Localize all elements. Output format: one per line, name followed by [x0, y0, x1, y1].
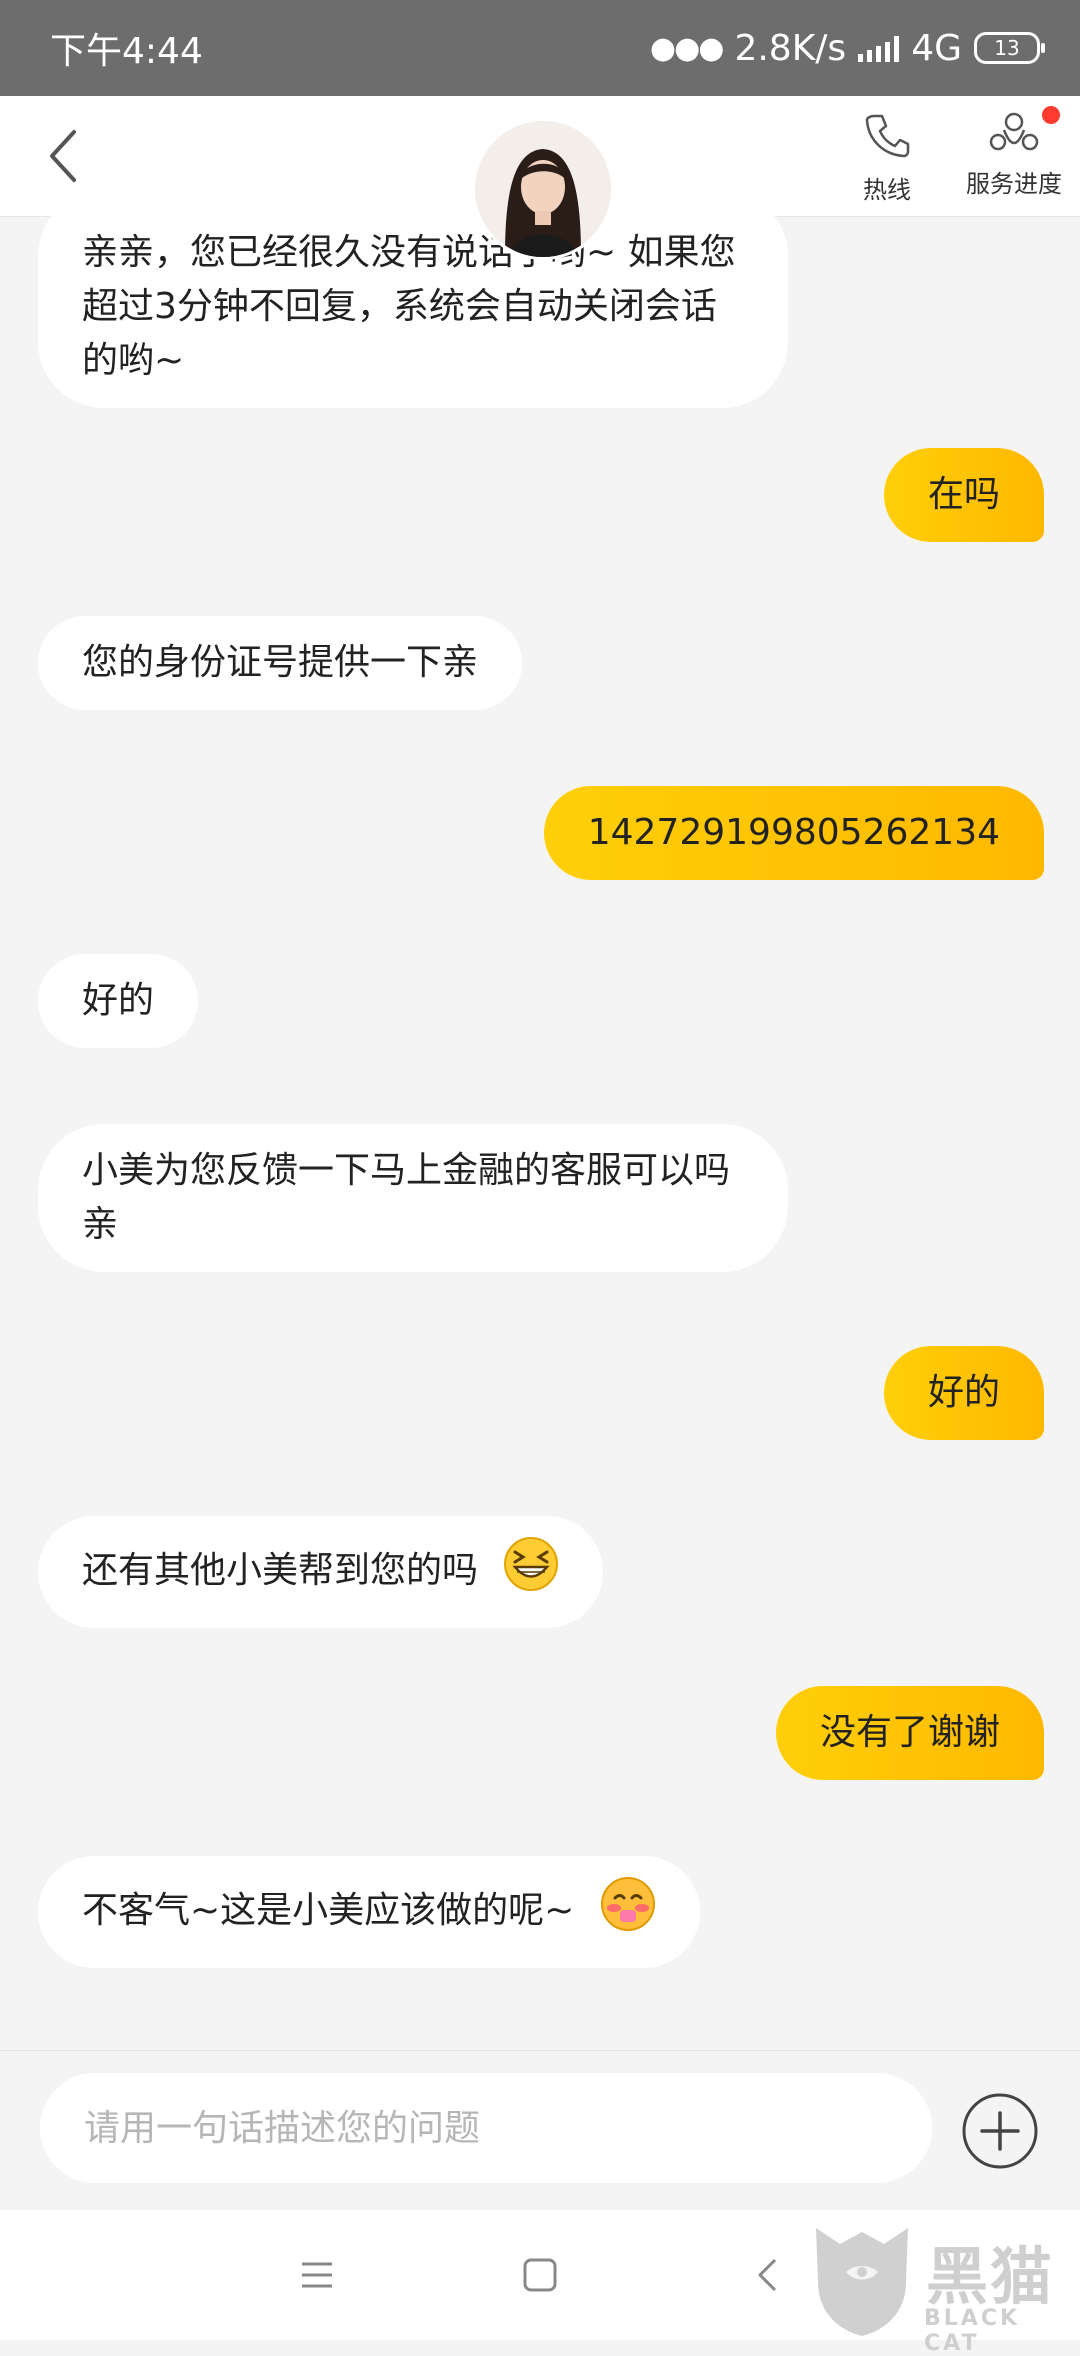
back-button[interactable] [28, 118, 98, 194]
message-text: 不客气~这是小美应该做的呢~ [82, 1890, 575, 1931]
message-text: 142729199805262134 [587, 812, 1000, 853]
phone-icon [865, 114, 910, 158]
battery-icon: 13 [974, 32, 1045, 64]
watermark-brand-en: BLACK CAT [924, 2306, 1021, 2356]
message-list[interactable]: 亲亲，您已经很久没有说话了哟~ 如果您超过3分钟不回复，系统会自动关闭会话的哟~… [0, 216, 1080, 2050]
battery-level: 13 [994, 36, 1020, 60]
agent-message: 不客气~这是小美应该做的呢~ [38, 1856, 700, 1968]
menu-nav-button[interactable] [292, 2250, 342, 2300]
message-text: 好的 [82, 980, 155, 1021]
back-nav-button[interactable] [742, 2250, 792, 2300]
blushing-emoji [600, 1876, 656, 1948]
status-time: 下午4:44 [50, 31, 203, 72]
menu-icon [302, 2262, 332, 2288]
network-type: 4G [911, 27, 962, 69]
chevron-left-icon [50, 130, 76, 182]
user-message: 142729199805262134 [543, 786, 1044, 880]
service-progress-label: 服务进度 [966, 170, 1062, 198]
user-message: 没有了谢谢 [775, 1686, 1044, 1780]
black-cat-logo-icon [816, 2228, 908, 2336]
agent-message: 亲亲，您已经很久没有说话了哟~ 如果您超过3分钟不回复，系统会自动关闭会话的哟~ [38, 216, 788, 408]
plus-circle-icon [962, 2093, 1038, 2169]
user-message: 好的 [883, 1346, 1044, 1440]
agent-message: 您的身份证号提供一下亲 [38, 616, 523, 710]
status-bar: 下午4:44 ●●● 2.8K/s 4G 13 [0, 0, 1080, 96]
network-speed: 2.8K/s [734, 27, 847, 69]
message-input-bar [0, 2050, 1080, 2211]
notification-dot [1042, 106, 1060, 124]
status-indicators: ●●● 2.8K/s 4G 13 [649, 27, 1045, 69]
user-message: 在吗 [883, 448, 1044, 542]
hotline-button[interactable]: 热线 [852, 110, 922, 205]
black-cat-watermark: 黑猫 BLACK CAT [806, 2220, 1080, 2356]
message-input[interactable] [40, 2073, 932, 2183]
hotline-label: 热线 [863, 176, 911, 204]
watermark-brand: 黑猫 [926, 2240, 1055, 2313]
agent-message: 小美为您反馈一下马上金融的客服可以吗亲 [38, 1124, 788, 1272]
agent-message: 还有其他小美帮到您的吗 [38, 1516, 604, 1628]
message-text: 还有其他小美帮到您的吗 [82, 1550, 479, 1591]
back-triangle-icon [758, 2258, 777, 2292]
square-home-icon [523, 2258, 557, 2292]
more-dots-icon: ●●● [649, 30, 725, 66]
agent-avatar[interactable] [472, 118, 614, 260]
people-group-icon [989, 112, 1039, 151]
add-attachment-button[interactable] [960, 2091, 1040, 2171]
agent-portrait-icon [475, 121, 611, 257]
home-nav-button[interactable] [515, 2250, 565, 2300]
message-text: 好的 [927, 1372, 1000, 1413]
grinning-squint-emoji [503, 1536, 559, 1608]
agent-message: 好的 [38, 954, 199, 1048]
signal-icon [858, 34, 900, 62]
service-progress-button[interactable]: 服务进度 [964, 106, 1064, 199]
message-text: 小美为您反馈一下马上金融的客服可以吗亲 [82, 1150, 731, 1245]
message-text: 没有了谢谢 [819, 1712, 1000, 1753]
message-text: 在吗 [927, 474, 1000, 515]
message-text: 您的身份证号提供一下亲 [82, 642, 479, 683]
message-text: 亲亲，您已经很久没有说话了哟~ 如果您超过3分钟不回复，系统会自动关闭会话的哟~ [82, 232, 736, 381]
